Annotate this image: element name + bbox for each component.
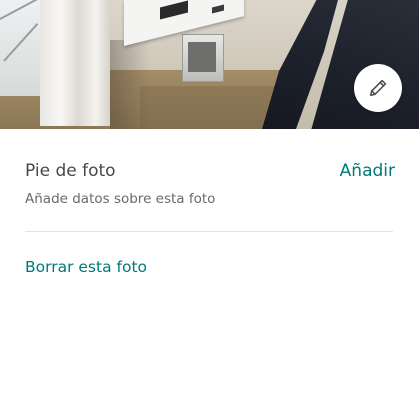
caption-title: Pie de foto bbox=[25, 161, 116, 181]
room-photo bbox=[0, 0, 419, 129]
pencil-icon bbox=[367, 77, 389, 99]
edit-photo-button[interactable] bbox=[354, 64, 402, 112]
caption-hint: Añade datos sobre esta foto bbox=[25, 191, 216, 207]
photo-shadow bbox=[110, 40, 150, 129]
photo-detail-screen: Pie de foto Añadir Añade datos sobre est… bbox=[0, 0, 419, 420]
caption-row: Pie de foto Añadir bbox=[25, 160, 395, 184]
photo-desk-cabinet-opening bbox=[188, 42, 216, 72]
divider bbox=[25, 231, 393, 232]
photo-curtain bbox=[40, 0, 110, 126]
add-caption-button[interactable]: Añadir bbox=[340, 160, 395, 182]
delete-photo-link[interactable]: Borrar esta foto bbox=[25, 257, 147, 277]
